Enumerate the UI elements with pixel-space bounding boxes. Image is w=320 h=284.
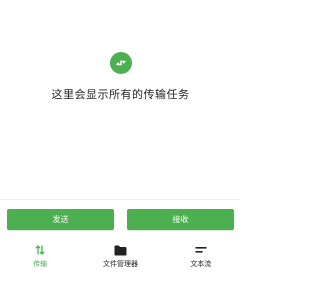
receive-button-label: 接收 xyxy=(172,215,189,224)
send-button-label: 发送 xyxy=(52,215,69,224)
nav-item-file-manager[interactable]: 文件管理器 xyxy=(80,238,160,284)
nav-item-text-stream[interactable]: 文本流 xyxy=(161,238,241,284)
empty-state-icon-badge xyxy=(109,52,132,74)
nav-label-file-manager: 文件管理器 xyxy=(102,260,138,268)
bottom-navigation: 传输 文件管理器 文本流 xyxy=(0,238,241,284)
text-lines-icon xyxy=(195,247,207,253)
receive-button[interactable]: 接收 xyxy=(127,209,234,230)
empty-state-message: 这里会显示所有的传输任务 xyxy=(51,88,190,101)
send-button[interactable]: 发送 xyxy=(7,209,114,230)
transfer-arrows-icon xyxy=(35,245,45,255)
transfer-arrows-icon xyxy=(115,60,126,66)
nav-icon-wrap xyxy=(195,244,207,256)
nav-label-text-stream: 文本流 xyxy=(190,260,212,268)
transfer-screen: 这里会显示所有的传输任务 发送 接收 传输 文件管理器 文本流 xyxy=(0,0,241,284)
nav-icon-wrap xyxy=(35,244,45,256)
folder-icon xyxy=(114,245,127,255)
nav-icon-wrap xyxy=(114,244,127,256)
nav-label-transfer: 传输 xyxy=(33,260,48,268)
divider xyxy=(0,199,241,200)
action-row: 发送 接收 xyxy=(7,209,234,230)
nav-item-transfer[interactable]: 传输 xyxy=(0,238,80,284)
empty-state: 这里会显示所有的传输任务 xyxy=(0,52,241,102)
